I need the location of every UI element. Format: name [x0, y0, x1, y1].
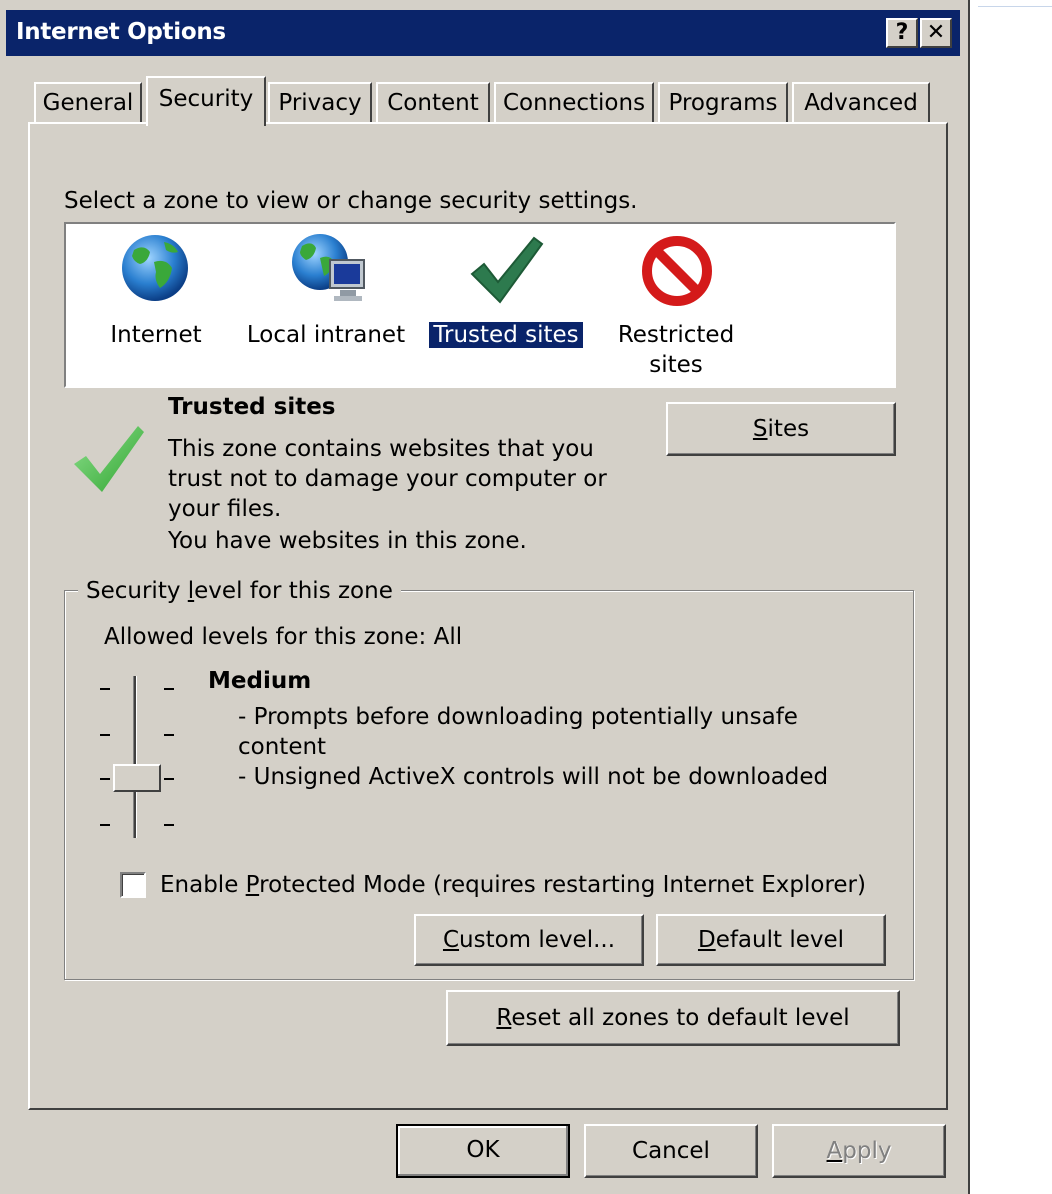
tab-privacy[interactable]: Privacy: [268, 82, 372, 124]
globe-icon: [122, 235, 188, 301]
slider-tick: [164, 824, 174, 826]
default-level-button[interactable]: Default level: [656, 914, 886, 966]
zone-info-text: You have websites in this zone.: [168, 528, 527, 554]
prohibited-icon: [641, 235, 713, 307]
background-line: [978, 6, 1052, 7]
slider-tick: [100, 778, 110, 780]
zone-restricted-sites[interactable]: Restricted sites: [606, 232, 746, 382]
apply-button[interactable]: Apply: [772, 1124, 946, 1178]
custom-label: ustom level...: [459, 927, 616, 953]
legend-text-rest: evel for this zone: [194, 578, 393, 604]
apply-label: pply: [842, 1138, 892, 1164]
level-name: Medium: [208, 668, 312, 694]
tab-programs[interactable]: Programs: [658, 82, 788, 124]
slider-tick: [100, 688, 110, 690]
intranet-icon: [292, 234, 365, 301]
ok-button[interactable]: OK: [396, 1124, 570, 1178]
protected-mode-text-rest: rotected Mode (requires restarting Inter…: [259, 872, 866, 898]
trusted-sites-checkmark-icon: [74, 426, 144, 492]
zone-trusted-sites[interactable]: Trusted sites: [426, 232, 586, 372]
protected-mode-mnemonic: P: [245, 872, 260, 898]
level-description: - Prompts before downloading potentially…: [238, 704, 798, 730]
zone-info-title: Trusted sites: [168, 394, 336, 420]
legend-text: Security: [86, 578, 188, 604]
default-label: efault level: [715, 927, 845, 953]
allowed-levels-text: Allowed levels for this zone: All: [104, 624, 463, 650]
help-button[interactable]: ?: [886, 18, 918, 48]
zone-label: Local intranet: [246, 322, 406, 348]
zone-info-text: your files.: [168, 496, 282, 522]
zone-list[interactable]: Internet Local intranet Trusted sites Re…: [64, 222, 896, 388]
window-title: Internet Options: [16, 19, 226, 45]
slider-tick: [164, 688, 174, 690]
tab-content[interactable]: Content: [376, 82, 490, 124]
reset-all-zones-button[interactable]: Reset all zones to default level: [446, 990, 900, 1046]
tab-connections[interactable]: Connections: [494, 82, 654, 124]
slider-tick: [100, 824, 110, 826]
reset-mnemonic: R: [496, 1005, 512, 1031]
reset-label: eset all zones to default level: [511, 1005, 850, 1031]
apply-mnemonic: A: [826, 1138, 843, 1164]
custom-mnemonic: C: [442, 927, 460, 953]
protected-mode-label[interactable]: Enable Protected Mode (requires restarti…: [160, 872, 866, 898]
custom-level-button[interactable]: Custom level...: [414, 914, 644, 966]
zone-label: Restricted: [617, 322, 735, 348]
sites-label: ites: [767, 416, 810, 442]
level-description: content: [238, 734, 327, 760]
slider-tick: [164, 734, 174, 736]
zone-label-wrap: Trusted sites: [426, 320, 586, 350]
security-level-slider-thumb[interactable]: [113, 764, 161, 792]
tab-advanced[interactable]: Advanced: [792, 82, 930, 124]
zone-info-text: This zone contains websites that you: [168, 436, 594, 462]
default-mnemonic: D: [697, 927, 716, 953]
close-button[interactable]: ✕: [920, 18, 952, 48]
protected-mode-checkbox[interactable]: [120, 872, 146, 898]
protected-mode-text: Enable: [160, 872, 246, 898]
internet-options-dialog: Internet Options ? ✕ General Security Pr…: [0, 0, 970, 1194]
checkmark-icon: [470, 236, 544, 304]
zone-internet[interactable]: Internet: [86, 232, 226, 372]
slider-tick: [100, 734, 110, 736]
sites-mnemonic: S: [752, 416, 768, 442]
sites-button[interactable]: Sites: [666, 402, 896, 456]
zone-info-text: trust not to damage your computer or: [168, 466, 607, 492]
zone-label: Internet: [110, 322, 202, 348]
tab-general[interactable]: General: [34, 82, 142, 124]
security-level-slider-track[interactable]: [133, 676, 137, 838]
cancel-button[interactable]: Cancel: [584, 1124, 758, 1178]
level-description: - Unsigned ActiveX controls will not be …: [238, 764, 829, 790]
title-bar[interactable]: Internet Options ? ✕: [6, 10, 960, 56]
zone-local-intranet[interactable]: Local intranet: [246, 232, 406, 372]
security-level-legend: Security level for this zone: [78, 578, 401, 604]
slider-tick: [164, 778, 174, 780]
tab-security[interactable]: Security: [146, 76, 266, 126]
zone-label: Trusted sites: [429, 322, 583, 348]
zone-label-line2: sites: [649, 352, 703, 378]
zone-prompt: Select a zone to view or change security…: [64, 188, 638, 214]
